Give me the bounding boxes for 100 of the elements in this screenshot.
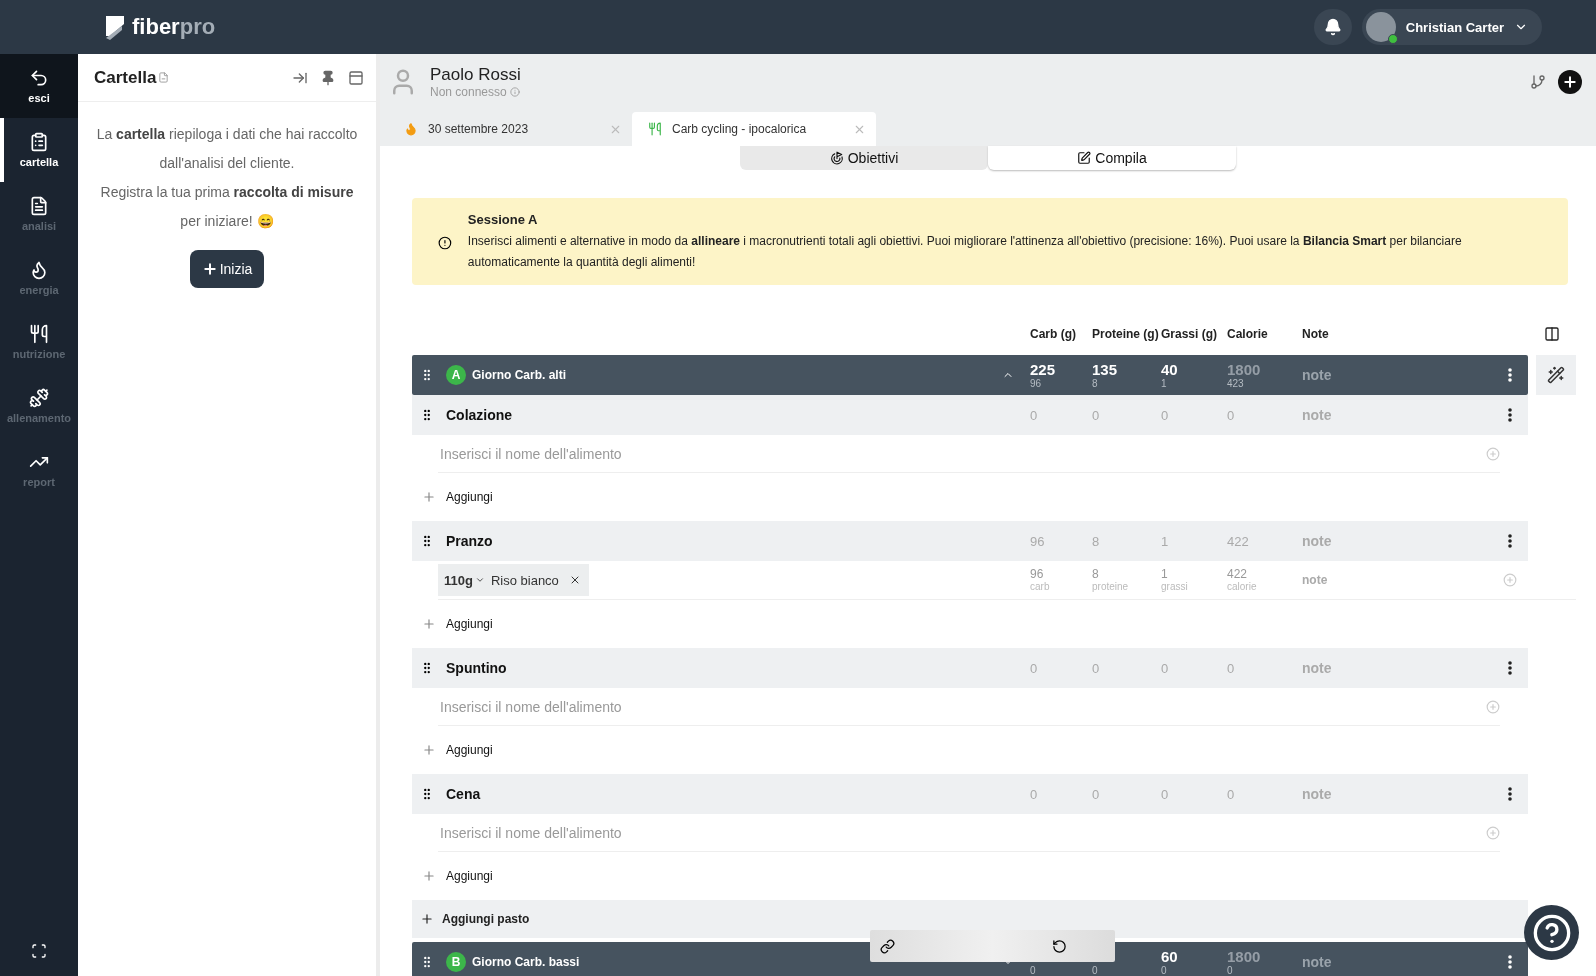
column-header: Grassi (g)	[1161, 327, 1218, 341]
add-food-button[interactable]: Aggiungi	[412, 852, 1528, 900]
fork-knife-icon	[29, 324, 49, 344]
document-tab[interactable]: 30 settembre 2023	[388, 112, 632, 146]
document-icon	[158, 72, 170, 83]
flame-icon	[404, 122, 418, 136]
pin-button[interactable]	[320, 69, 336, 86]
clipboard-icon	[29, 132, 49, 152]
start-button[interactable]: Inizia	[189, 250, 265, 288]
food-input-field[interactable]: Inserisci il nome dell'alimento	[438, 814, 1486, 851]
food-input-field[interactable]: Inserisci il nome dell'alimento	[438, 435, 1486, 472]
food-macro-value: 422	[1227, 567, 1249, 582]
macro-consumed: 0	[1092, 965, 1099, 976]
day-name: Giorno Carb. alti	[472, 368, 566, 382]
document-icon	[29, 196, 49, 216]
meal-total: 0	[1030, 786, 1039, 802]
macro-value: 1800	[1227, 361, 1262, 377]
macro-value: 60	[1161, 948, 1179, 964]
columns-icon[interactable]	[1544, 326, 1560, 342]
caret-icon	[474, 575, 485, 585]
food-chip[interactable]: 110g Riso bianco	[438, 564, 589, 596]
bell-icon	[1323, 18, 1342, 36]
edit-icon	[1077, 151, 1092, 165]
logo-mark-icon	[104, 14, 126, 40]
column-header: Carb (g)	[1030, 327, 1077, 341]
macro-consumed: 0	[1161, 965, 1168, 976]
plus-icon	[201, 261, 218, 277]
meal-total: 0	[1092, 660, 1101, 676]
notifications-button[interactable]	[1313, 9, 1352, 45]
macro-consumed: 0	[1227, 965, 1234, 976]
magic-wand-button[interactable]	[1536, 355, 1576, 395]
alert-title: Sessione A	[467, 212, 539, 227]
link-icon[interactable]	[880, 938, 895, 954]
fullscreen-icon	[31, 943, 47, 959]
meal-total: 0	[1161, 407, 1170, 423]
plus-icon	[422, 490, 436, 504]
more-menu-icon	[1508, 408, 1512, 422]
alert-text: Inserisci alimenti e alternative in modo da allineare i macronutrienti totali agli obiettivi. Puoi migliorare l'attinenza all'obiettivo (precisione: 16%). Puoi usare la Bilancia Smart per bilanciare automaticamente la quantità degli alimenti!	[467, 234, 1462, 269]
plus-icon	[422, 617, 436, 631]
nav-item[interactable]: esci	[0, 54, 78, 118]
food-name: Riso bianco	[490, 572, 559, 588]
add-food-button[interactable]: Aggiungi	[412, 726, 1528, 774]
day-badge: B	[446, 952, 466, 972]
meal-name: Cena	[446, 786, 482, 802]
more-menu-icon	[1508, 955, 1512, 969]
add-circle-icon	[1486, 446, 1500, 461]
meal-total: 0	[1030, 660, 1039, 676]
panel-title: Cartella	[94, 67, 170, 88]
undo-icon[interactable]	[1052, 938, 1067, 954]
macro-value: 1800	[1227, 948, 1262, 964]
help-icon	[1531, 912, 1572, 953]
food-macro-unit: proteine	[1092, 581, 1130, 593]
flame-icon	[29, 260, 49, 280]
meal-total: 0	[1227, 660, 1236, 676]
meal-name: Colazione	[446, 407, 514, 423]
logo[interactable]: fiberpro	[104, 14, 216, 40]
more-menu-icon	[1508, 787, 1512, 801]
column-header: Note	[1302, 327, 1330, 341]
food-macro-value: 96	[1030, 567, 1045, 582]
meal-total: 0	[1092, 407, 1101, 423]
add-meal-button[interactable]: Aggiungi pasto	[412, 900, 1528, 938]
add-food-button[interactable]: Aggiungi	[412, 473, 1528, 521]
macro-value: 135	[1092, 361, 1119, 377]
plus-icon	[420, 912, 434, 926]
layout-button[interactable]	[348, 69, 364, 86]
target-icon	[829, 151, 844, 165]
food-macro-unit: grassi	[1161, 581, 1189, 593]
food-input-field[interactable]: Inserisci il nome dell'alimento	[438, 688, 1486, 725]
macro-consumed: 96	[1030, 378, 1043, 389]
more-menu-icon	[1508, 368, 1512, 382]
amount-dropdown[interactable]: 110g	[444, 572, 485, 588]
macro-consumed: 1	[1161, 378, 1168, 389]
magic-wand-icon	[1547, 366, 1565, 384]
client-status: Non connesso	[430, 85, 507, 99]
meal-name: Spuntino	[446, 660, 508, 676]
user-menu-button[interactable]: Christian Carter	[1361, 9, 1542, 45]
add-circle-icon	[1486, 825, 1500, 840]
pin-icon	[320, 69, 336, 86]
add-food-button[interactable]: Aggiungi	[412, 600, 1528, 648]
panel-description: Registra la tua prima raccolta di misure per iniziare! 😄	[100, 184, 354, 229]
fork-knife-icon	[648, 122, 662, 136]
add-circle-icon	[1486, 699, 1500, 714]
document-tab[interactable]: Carb cycling - ipocalorica	[632, 112, 876, 146]
dumbbell-icon	[29, 388, 49, 408]
meal-total: 0	[1030, 407, 1039, 423]
day-header-bar[interactable]: A Giorno Carb. alti 225 96 135 8 40 1 1800 423 note	[412, 355, 1528, 395]
add-button[interactable]	[1558, 70, 1582, 94]
branch-button[interactable]	[1530, 74, 1546, 90]
food-macro-unit: calorie	[1227, 581, 1258, 593]
mode-tab[interactable]: Compila	[988, 146, 1236, 170]
day-name: Giorno Carb. bassi	[472, 955, 580, 969]
column-header: Calorie	[1227, 327, 1269, 341]
add-circle-icon	[1503, 573, 1517, 587]
meal-total: 0	[1092, 786, 1101, 802]
meal-total: 422	[1227, 533, 1250, 549]
client-name: Paolo Rossi	[430, 65, 521, 85]
plus-icon	[1562, 74, 1578, 90]
meal-name: Pranzo	[446, 533, 494, 549]
mode-tab[interactable]: Obiettivi	[740, 146, 988, 170]
meal-total: 0	[1227, 407, 1236, 423]
